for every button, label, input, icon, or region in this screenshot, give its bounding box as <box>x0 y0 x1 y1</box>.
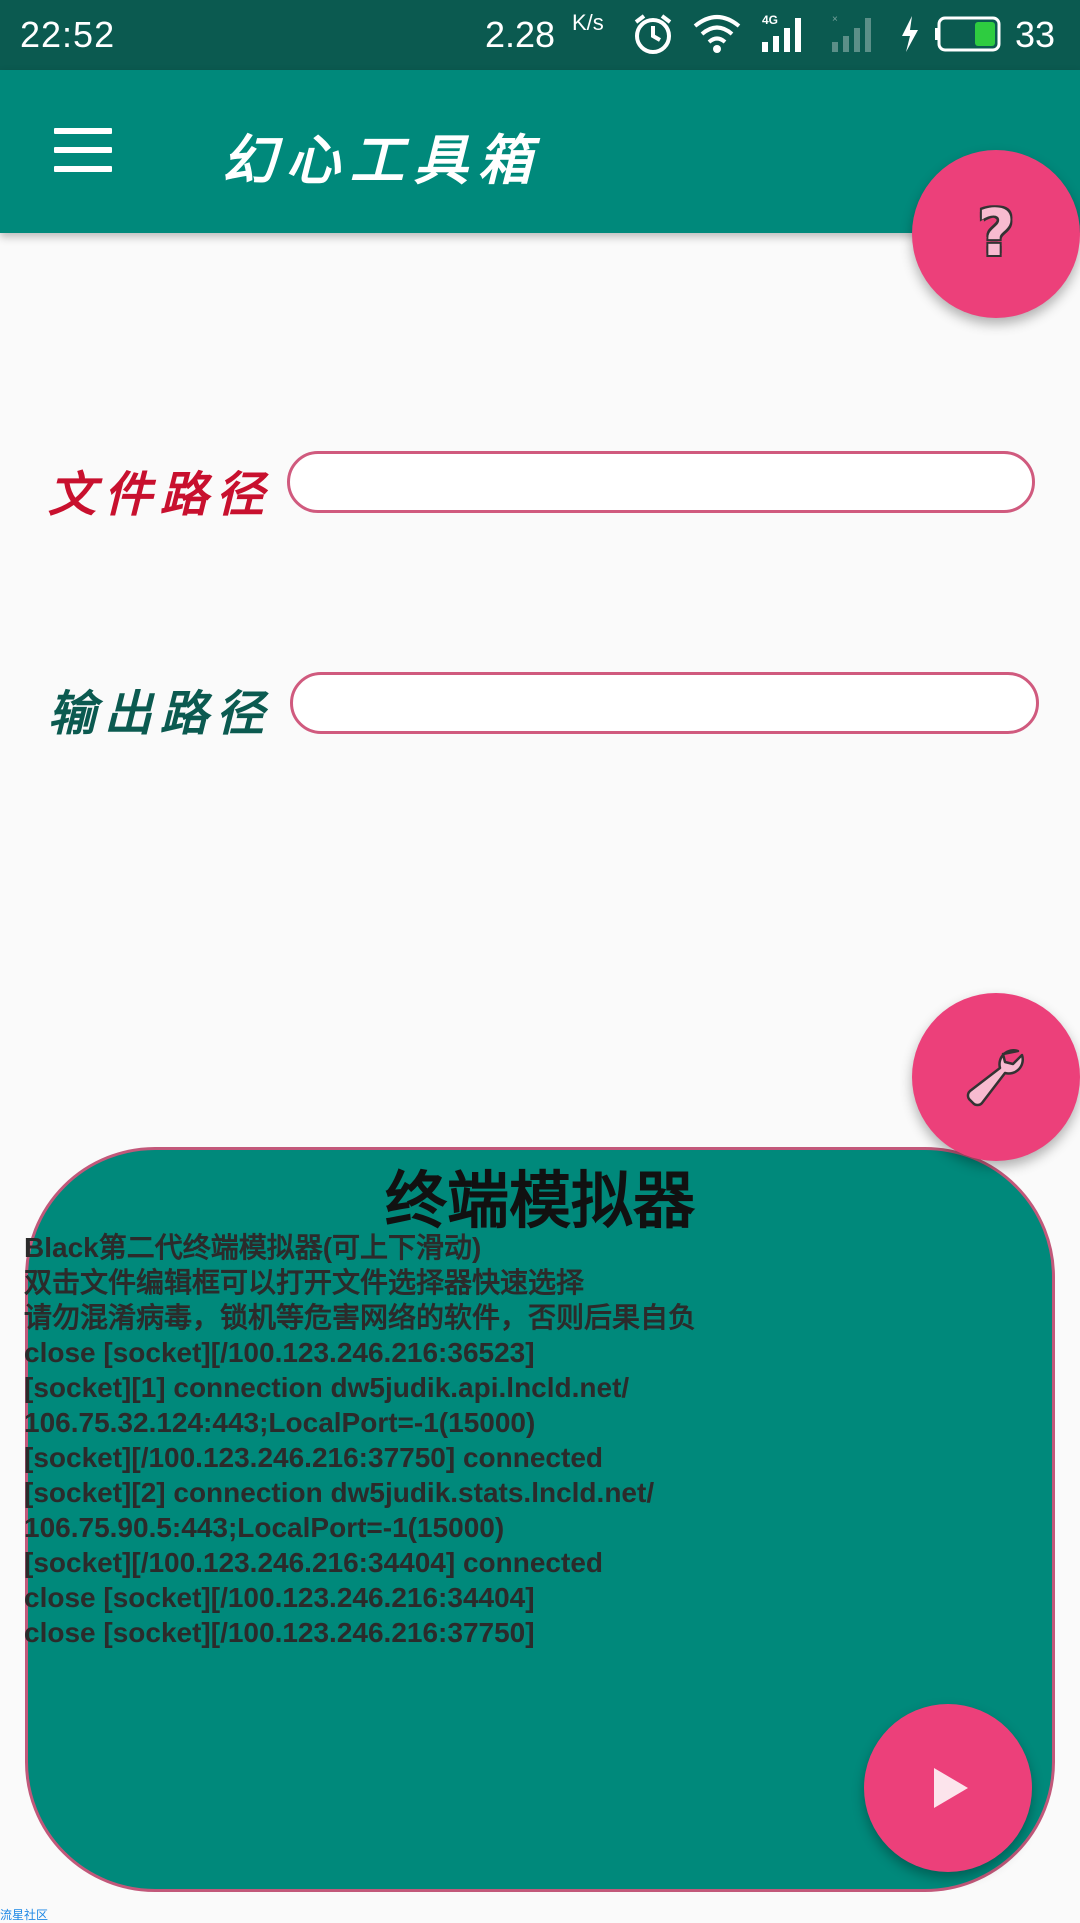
terminal-title: 终端模拟器 <box>384 1164 695 1237</box>
alarm-icon <box>634 14 672 54</box>
file-path-label: 文件路径 <box>48 467 273 523</box>
svg-text:×: × <box>832 14 838 25</box>
net-speed: 2.28 <box>485 14 556 55</box>
output-path-label: 输出路径 <box>48 686 273 742</box>
terminal-line: [socket][/100.123.246.216:34404] connect… <box>24 1547 603 1578</box>
app-title: 幻心工具箱 <box>222 128 542 192</box>
terminal-line: 106.75.90.5:443;LocalPort=-1(15000) <box>24 1512 505 1543</box>
4g-signal-icon: 4G <box>762 13 801 52</box>
terminal-line: close [socket][/100.123.246.216:37750] <box>24 1617 535 1648</box>
svg-text:4G: 4G <box>762 13 778 27</box>
no-signal-icon: × <box>832 14 871 52</box>
terminal-log[interactable]: Black第二代终端模拟器(可上下滑动) 双击文件编辑框可以打开文件选择器快速选… <box>24 1230 1034 1650</box>
terminal-line: close [socket][/100.123.246.216:34404] <box>24 1582 535 1613</box>
hamburger-menu-icon[interactable] <box>54 128 112 172</box>
play-icon <box>934 1768 968 1808</box>
charging-icon <box>902 16 918 52</box>
terminal-line: [socket][/100.123.246.216:37750] connect… <box>24 1442 603 1473</box>
wrench-icon <box>966 1049 1024 1107</box>
watermark-text: 流星社区 <box>0 1908 49 1922</box>
terminal-line: [socket][1] connection dw5judik.api.lncl… <box>24 1372 630 1403</box>
output-path-input[interactable] <box>290 672 1039 734</box>
terminal-line: 双击文件编辑框可以打开文件选择器快速选择 <box>24 1267 585 1298</box>
help-button[interactable]: ? <box>912 150 1080 318</box>
terminal-line: [socket][2] connection dw5judik.stats.ln… <box>24 1477 655 1508</box>
battery-level: 33 <box>1015 14 1056 55</box>
run-button[interactable] <box>864 1704 1032 1872</box>
terminal-line: Black第二代终端模拟器(可上下滑动) <box>24 1232 482 1263</box>
battery-icon <box>935 16 1001 52</box>
status-time: 22:52 <box>20 14 116 55</box>
status-bar: 22:52 2.28 K/s 4G × 33 <box>0 0 1080 70</box>
wifi-icon <box>693 15 741 53</box>
terminal-line: 106.75.32.124:443;LocalPort=-1(15000) <box>24 1407 536 1438</box>
file-path-input[interactable] <box>287 451 1035 513</box>
terminal-line: 请勿混淆病毒，锁机等危害网络的软件，否则后果自负 <box>24 1302 697 1333</box>
tools-button[interactable] <box>912 993 1080 1161</box>
help-question-icon: ? <box>977 197 1015 271</box>
net-speed-unit: K/s <box>572 10 604 35</box>
terminal-line: close [socket][/100.123.246.216:36523] <box>24 1337 535 1368</box>
